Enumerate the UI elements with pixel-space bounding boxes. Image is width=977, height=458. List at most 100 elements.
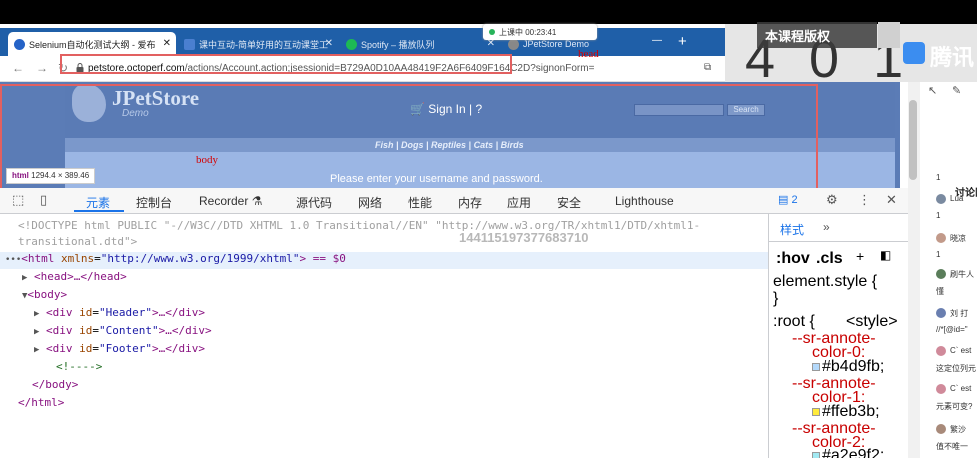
element-style-rule[interactable]: element.style { xyxy=(773,273,877,291)
add-rule-icon[interactable]: + xyxy=(856,248,864,264)
avatar xyxy=(936,233,946,243)
chat-user: C` est xyxy=(950,346,972,355)
avatar xyxy=(936,308,946,318)
comment-node[interactable]: <!----> xyxy=(56,360,102,377)
more-options-icon[interactable]: ⋮ xyxy=(858,192,871,208)
close-icon[interactable]: ✕ xyxy=(325,38,333,49)
tab-elements[interactable]: 元素 xyxy=(86,194,110,211)
doctype-text-2: transitional.dtd"> xyxy=(18,235,138,248)
jpetstore-favicon-icon xyxy=(508,38,519,50)
avatar xyxy=(936,346,946,356)
expand-arrow-icon[interactable]: ▶ xyxy=(22,273,27,283)
head-annotation-box xyxy=(60,54,512,74)
expand-arrow-icon[interactable]: ▶ xyxy=(34,345,39,355)
live-dot-icon xyxy=(489,29,495,35)
brace-close: } xyxy=(773,290,779,307)
html-node-selected[interactable]: •••<html xmlns="http://www.w3.org/1999/x… xyxy=(0,252,768,269)
doctype-line[interactable]: <!DOCTYPE html PUBLIC "-//W3C//DTD XHTML… xyxy=(18,219,700,236)
style-source-link[interactable]: <style> xyxy=(846,313,898,331)
chat-user: C` est xyxy=(950,384,972,393)
head-node[interactable]: ▶ <head>…</head> xyxy=(22,270,127,287)
chat-user: 刷牛人 xyxy=(950,270,974,279)
div-header-node[interactable]: ▶ <div id="Header">…</div> xyxy=(34,306,205,323)
var-value[interactable]: #b4d9fb; xyxy=(812,358,884,376)
forward-arrow-icon[interactable]: → xyxy=(36,61,48,75)
more-tabs-icon[interactable]: » xyxy=(823,220,830,234)
div-content-node[interactable]: ▶ <div id="Content">…</div> xyxy=(34,324,212,341)
hov-toggle[interactable]: :hov xyxy=(776,250,810,268)
chat-message: //*[@id=" xyxy=(936,325,968,334)
brand-label: 腾讯 xyxy=(930,45,975,70)
var-value[interactable]: #a2e9f2; xyxy=(812,447,884,458)
root-selector[interactable]: :root { xyxy=(773,313,815,331)
tab-recorder[interactable]: Recorder ⚗ xyxy=(199,194,262,208)
top-black-bar xyxy=(0,0,977,24)
tab-lighthouse[interactable]: Lighthouse xyxy=(615,194,674,208)
color-swatch[interactable] xyxy=(812,451,820,458)
doctype-text: <!DOCTYPE html PUBLIC "-//W3C//DTD XHTML… xyxy=(18,219,701,232)
tooltip-size: 1294.4 × 389.46 xyxy=(31,171,90,180)
close-icon[interactable]: ✕ xyxy=(163,38,171,49)
div-tag: <div xyxy=(46,306,73,319)
avatar xyxy=(936,384,946,394)
comment-text: <!----> xyxy=(56,360,103,373)
var-value-text: #b4d9fb; xyxy=(822,358,885,375)
avatar xyxy=(936,269,946,279)
tab-spotify[interactable]: Spotify – 播放队列 ✕ xyxy=(340,32,500,56)
chat-user: 繁沙 xyxy=(950,425,966,434)
div-tag: <div xyxy=(46,324,73,337)
copyright-banner: 本课程版权 xyxy=(757,22,877,48)
pen-tool-icon[interactable]: ✎ xyxy=(952,84,961,97)
body-node[interactable]: ▼<body> xyxy=(22,288,67,305)
device-toolbar-icon[interactable]: ▯ xyxy=(40,192,47,208)
issues-count: 2 xyxy=(791,194,798,206)
tab-sources[interactable]: 源代码 xyxy=(296,194,332,211)
chat-message: 1 xyxy=(936,173,941,182)
cursor-tool-icon[interactable]: ↖ xyxy=(928,84,937,97)
translate-icon[interactable]: ⧉ xyxy=(704,62,711,73)
toggle-sidebar-icon[interactable]: ◧ xyxy=(880,248,891,262)
scrollbar-thumb[interactable] xyxy=(909,100,917,180)
class-status-text: 上课中 00:23:41 xyxy=(499,28,557,37)
var-value-text: #ffeb3b; xyxy=(822,403,880,420)
tab-security[interactable]: 安全 xyxy=(557,194,581,211)
gear-icon[interactable]: ⚙ xyxy=(826,192,838,208)
expand-arrow-icon[interactable]: ▶ xyxy=(34,309,39,319)
browser-tab-strip: Selenium自动化测试大纲 - 爱布 ✕ 课中互动-简单好用的互动课堂工 ✕… xyxy=(0,28,725,56)
cls-toggle[interactable]: .cls xyxy=(816,250,843,268)
tab-selenium[interactable]: Selenium自动化测试大纲 - 爱布 ✕ xyxy=(8,32,176,56)
minimize-button[interactable]: — xyxy=(652,35,662,46)
message-icon: ▤ xyxy=(778,194,789,206)
back-arrow-icon[interactable]: ← xyxy=(12,61,24,75)
inspect-element-icon[interactable]: ⬚ xyxy=(12,192,24,208)
doctype-line-2[interactable]: transitional.dtd"> xyxy=(18,235,137,252)
expand-arrow-icon[interactable]: ▶ xyxy=(34,327,39,337)
new-tab-button[interactable]: + xyxy=(678,33,687,50)
chat-message: 1 xyxy=(936,250,941,259)
head-tag: <head>…</head> xyxy=(34,270,127,283)
html-suffix: > == $0 xyxy=(299,252,346,265)
ellipsis-icon: ••• xyxy=(5,255,22,265)
color-swatch[interactable] xyxy=(812,362,820,371)
tab-network[interactable]: 网络 xyxy=(358,194,382,211)
html-close-node[interactable]: </html> xyxy=(18,396,64,413)
chat-user: 刘 打 xyxy=(950,309,969,318)
close-icon[interactable]: ✕ xyxy=(886,192,897,208)
var-value[interactable]: #ffeb3b; xyxy=(812,403,880,421)
issues-counter[interactable]: ▤ 2 xyxy=(778,193,798,206)
attr-name: id xyxy=(79,306,93,319)
div-suffix: >…</div> xyxy=(152,306,206,319)
tab-application[interactable]: 应用 xyxy=(507,194,531,211)
tab-console[interactable]: 控制台 xyxy=(136,194,172,211)
tab-performance[interactable]: 性能 xyxy=(408,194,432,211)
body-close-node[interactable]: </body> xyxy=(32,378,78,395)
color-swatch[interactable] xyxy=(812,407,820,416)
var-value-text: #a2e9f2; xyxy=(822,447,885,458)
element-tooltip: html 1294.4 × 389.46 xyxy=(6,168,96,184)
div-footer-node[interactable]: ▶ <div id="Footer">…</div> xyxy=(34,342,205,359)
attr-value: "Footer" xyxy=(99,342,153,355)
chat-message: 这定位列元 xyxy=(936,364,976,373)
tab-memory[interactable]: 内存 xyxy=(458,194,482,211)
tab-ketang[interactable]: 课中互动-简单好用的互动课堂工 ✕ xyxy=(178,32,338,56)
tab-styles[interactable]: 样式 xyxy=(780,221,804,238)
